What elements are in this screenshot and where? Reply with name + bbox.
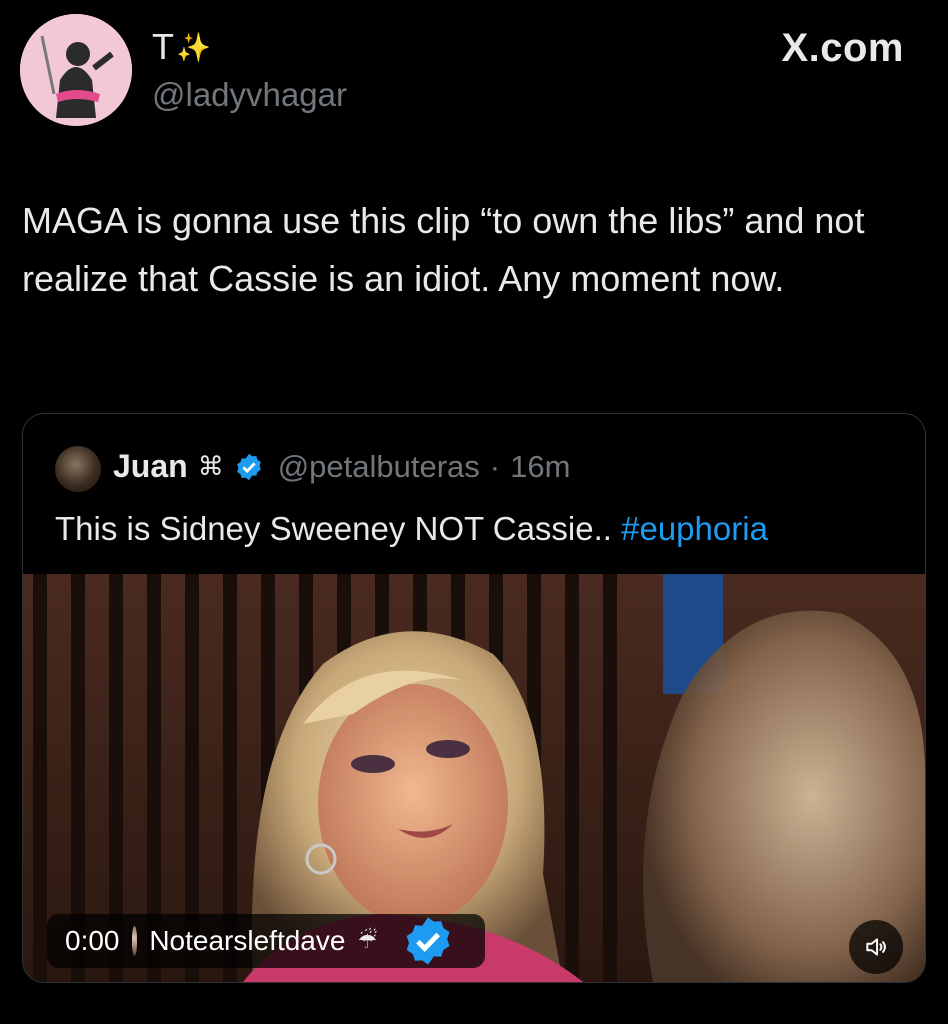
umbrella-rain-emoji: ☔ bbox=[357, 928, 378, 953]
quoted-tweet-time[interactable]: 16m bbox=[510, 449, 570, 485]
video-timestamp: 0:00 bbox=[65, 925, 120, 956]
uploader-avatar bbox=[131, 926, 138, 956]
quoted-tweet-header: Juan ⌘ @petalbuteras · 16m bbox=[113, 448, 570, 485]
quoted-tweet-text: This is Sidney Sweeney NOT Cassie.. #eup… bbox=[55, 510, 768, 548]
quoted-author-avatar[interactable] bbox=[55, 446, 101, 492]
quoted-author-handle[interactable]: @petalbuteras bbox=[278, 449, 480, 485]
command-symbol: ⌘ bbox=[197, 451, 224, 481]
speaker-icon bbox=[866, 938, 886, 956]
author-name-text: T bbox=[152, 26, 174, 67]
video-player[interactable]: 0:00 Notearsleftdave ☔ bbox=[23, 574, 925, 982]
uploader-verified-icon bbox=[406, 917, 450, 965]
author-avatar[interactable] bbox=[20, 14, 132, 126]
quoted-tweet-card[interactable]: Juan ⌘ @petalbuteras · 16m This is Sidne… bbox=[22, 413, 926, 983]
avatar-illustration bbox=[20, 14, 132, 126]
sparkles-emoji: ✨ bbox=[176, 31, 211, 63]
author-display-name[interactable]: T ✨ bbox=[152, 26, 211, 68]
author-handle[interactable]: @ladyvhagar bbox=[152, 76, 347, 114]
tweet-text: MAGA is gonna use this clip “to own the … bbox=[22, 200, 865, 299]
uploader-name[interactable]: Notearsleftdave bbox=[149, 925, 345, 957]
site-watermark: X.com bbox=[781, 26, 904, 70]
separator-dot: · bbox=[489, 448, 501, 484]
quoted-author-name[interactable]: Juan bbox=[113, 448, 188, 485]
mute-button[interactable] bbox=[849, 920, 903, 974]
verified-badge-icon bbox=[236, 453, 261, 480]
hashtag-link[interactable]: #euphoria bbox=[621, 510, 768, 547]
quoted-text-body: This is Sidney Sweeney NOT Cassie.. bbox=[55, 510, 612, 547]
video-attribution[interactable]: 0:00 Notearsleftdave ☔ bbox=[47, 914, 486, 968]
